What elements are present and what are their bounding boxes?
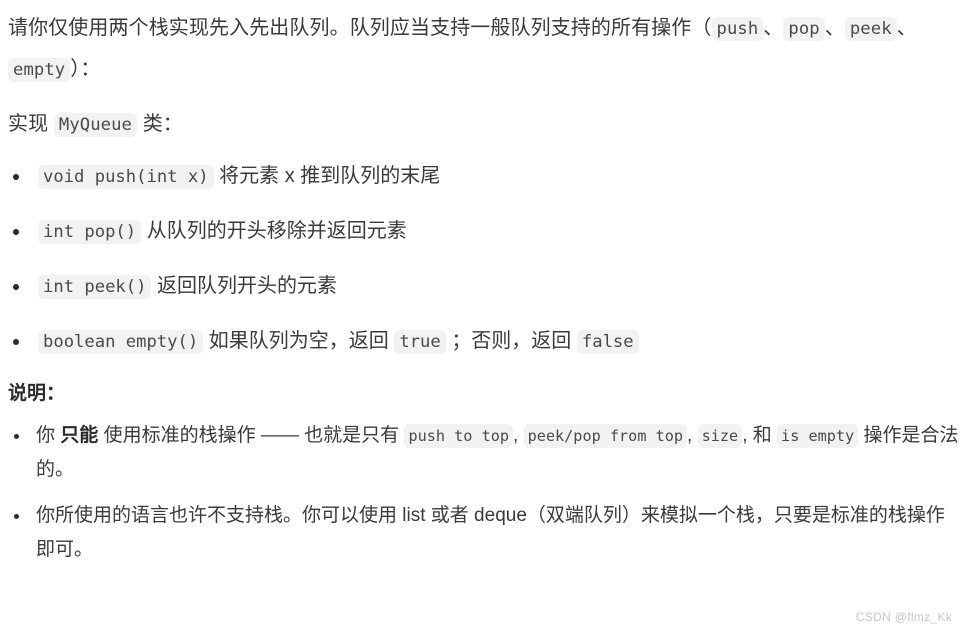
note-text-a: 你 (36, 425, 56, 446)
intro-text-part1: 请你仅使用两个栈实现先入先出队列。队列应当支持一般队列支持的所有操作（ (8, 17, 712, 39)
code-peek: peek (844, 17, 897, 41)
code-myqueue: MyQueue (53, 113, 138, 137)
intro-paragraph: 请你仅使用两个栈实现先入先出队列。队列应当支持一般队列支持的所有操作（ push、… (0, 8, 960, 90)
list-item: void push(int x) 将元素 x 推到队列的末尾 (0, 159, 960, 194)
method-description-push: 将元素 x 推到队列的末尾 (219, 165, 441, 187)
notes-heading: 说明： (8, 383, 66, 404)
note-text-language: 你所使用的语言也许不支持栈。你可以使用 list 或者 deque（双端队列）来… (36, 505, 945, 560)
implement-suffix: 类： (142, 113, 183, 135)
code-is-empty: is empty (777, 424, 859, 448)
method-list: void push(int x) 将元素 x 推到队列的末尾 int pop()… (0, 159, 960, 359)
note-bold-emphasis: 只能 (60, 425, 99, 446)
list-item: 你 只能 使用标准的栈操作 —— 也就是只有 push to top, peek… (0, 419, 960, 487)
list-item: boolean empty() 如果队列为空，返回 true ；否则，返回 fa… (0, 324, 960, 359)
intro-text-part2: ）： (70, 58, 101, 80)
list-item: 你所使用的语言也许不支持栈。你可以使用 list 或者 deque（双端队列）来… (0, 499, 960, 567)
note-comma-1: , (513, 425, 519, 446)
method-description-empty-part1: 如果队列为空，返回 (208, 330, 389, 352)
notes-list: 你 只能 使用标准的栈操作 —— 也就是只有 push to top, peek… (0, 419, 960, 567)
method-signature-push: void push(int x) (38, 165, 214, 189)
list-item: int peek() 返回队列开头的元素 (0, 269, 960, 304)
method-description-pop: 从队列的开头移除并返回元素 (146, 220, 407, 242)
code-push: push (711, 17, 764, 41)
implement-paragraph: 实现 MyQueue 类： (0, 104, 960, 145)
method-description-peek: 返回队列开头的元素 (157, 275, 338, 297)
note-text-b: 使用标准的栈操作 —— 也就是只有 (103, 425, 400, 446)
code-peek-pop-from-top: peek/pop from top (523, 424, 688, 448)
code-true: true (394, 330, 446, 354)
intro-separator-3: 、 (896, 17, 917, 39)
method-description-empty-part2: ；否则，返回 (451, 330, 572, 352)
intro-separator-1: 、 (763, 17, 784, 39)
method-signature-empty: boolean empty() (38, 330, 204, 354)
intro-separator-2: 、 (824, 17, 845, 39)
note-comma-2: , (687, 425, 693, 446)
code-pop: pop (783, 17, 825, 41)
code-push-to-top: push to top (404, 424, 514, 448)
watermark: CSDN @flmz_Kk (855, 610, 952, 624)
list-item: int pop() 从队列的开头移除并返回元素 (0, 214, 960, 249)
method-signature-pop: int pop() (38, 220, 142, 244)
code-false: false (576, 330, 639, 354)
code-empty: empty (8, 58, 71, 82)
note-text-c: 和 (752, 425, 772, 446)
document-page: 请你仅使用两个栈实现先入先出队列。队列应当支持一般队列支持的所有操作（ push、… (0, 0, 960, 630)
note-comma-3: , (742, 425, 748, 446)
code-size: size (697, 424, 743, 448)
implement-prefix: 实现 (8, 113, 49, 135)
method-signature-peek: int peek() (38, 275, 152, 299)
